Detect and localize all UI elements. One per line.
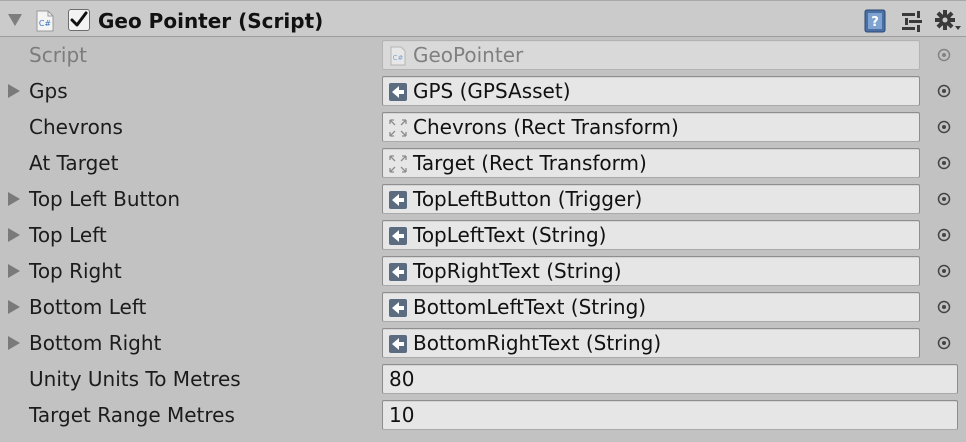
property-label: Bottom Right xyxy=(29,331,162,355)
preset-sliders-icon[interactable] xyxy=(900,10,924,32)
top-right-object-field[interactable]: TopRightText (String) xyxy=(382,256,920,286)
scriptable-object-icon xyxy=(389,335,407,353)
property-row-at-target: At Target Target (Rect Transform) xyxy=(0,145,966,181)
help-book-icon[interactable]: ? xyxy=(863,9,887,33)
object-picker-icon[interactable] xyxy=(937,156,951,170)
property-label: Top Left Button xyxy=(29,187,181,211)
svg-text:C#: C# xyxy=(393,54,404,62)
scriptable-object-icon xyxy=(389,191,407,209)
property-label: At Target xyxy=(29,151,119,175)
object-picker-icon[interactable] xyxy=(937,84,951,98)
property-row-bottom-left: Bottom Left BottomLeftText (String) xyxy=(0,289,966,325)
foldout-arrow[interactable] xyxy=(8,84,20,98)
foldout-arrow[interactable] xyxy=(8,264,20,278)
rect-transform-icon xyxy=(389,119,407,137)
object-picker-icon[interactable] xyxy=(937,336,951,350)
top-left-object-field[interactable]: TopLeftText (String) xyxy=(382,220,920,250)
checkmark-icon xyxy=(70,11,88,27)
scriptable-object-icon xyxy=(389,83,407,101)
field-value: GeoPointer xyxy=(413,43,524,67)
object-picker-icon[interactable] xyxy=(937,192,951,206)
object-picker-icon xyxy=(937,48,951,62)
svg-text:?: ? xyxy=(871,15,879,30)
property-label: Top Right xyxy=(29,259,122,283)
property-label: Bottom Left xyxy=(29,295,147,319)
property-label: Script xyxy=(29,43,88,67)
property-label: Chevrons xyxy=(29,115,123,139)
property-row-chevrons: Chevrons Chevrons (Rect Transform) xyxy=(0,109,966,145)
gps-object-field[interactable]: GPS (GPSAsset) xyxy=(382,76,920,106)
unity-units-to-metres-input[interactable]: 80 xyxy=(382,364,958,394)
csharp-script-icon: C# xyxy=(36,10,54,32)
field-value: GPS (GPSAsset) xyxy=(413,79,571,103)
foldout-arrow[interactable] xyxy=(8,336,20,350)
at-target-object-field[interactable]: Target (Rect Transform) xyxy=(382,148,920,178)
rect-transform-icon xyxy=(389,155,407,173)
component-header[interactable]: C# Geo Pointer (Script) ? xyxy=(0,1,966,37)
field-value: BottomRightText (String) xyxy=(413,331,662,355)
svg-text:C#: C# xyxy=(39,19,52,28)
property-row-target-range-metres: Target Range Metres 10 xyxy=(0,397,966,433)
field-value: TopRightText (String) xyxy=(413,259,622,283)
property-row-gps: Gps GPS (GPSAsset) xyxy=(0,73,966,109)
field-value: TopLeftText (String) xyxy=(413,223,607,247)
property-row-top-right: Top Right TopRightText (String) xyxy=(0,253,966,289)
foldout-arrow[interactable] xyxy=(8,300,20,314)
object-picker-icon[interactable] xyxy=(937,228,951,242)
property-row-script: Script C# GeoPointer xyxy=(0,37,966,73)
field-value: 10 xyxy=(389,403,415,427)
csharp-script-icon: C# xyxy=(390,46,406,66)
scriptable-object-icon xyxy=(389,299,407,317)
field-value: BottomLeftText (String) xyxy=(413,295,647,319)
script-object-field: C# GeoPointer xyxy=(382,40,920,70)
property-row-top-left: Top Left TopLeftText (String) xyxy=(0,217,966,253)
field-value: Target (Rect Transform) xyxy=(413,151,647,175)
component-inspector: C# Geo Pointer (Script) ? Script C# GeoP… xyxy=(0,0,966,442)
gear-icon[interactable] xyxy=(934,9,962,33)
field-value: 80 xyxy=(389,367,415,391)
property-label: Gps xyxy=(29,79,68,103)
bottom-left-object-field[interactable]: BottomLeftText (String) xyxy=(382,292,920,322)
chevrons-object-field[interactable]: Chevrons (Rect Transform) xyxy=(382,112,920,142)
foldout-arrow[interactable] xyxy=(8,228,20,242)
field-value: TopLeftButton (Trigger) xyxy=(413,187,643,211)
property-row-top-left-button: Top Left Button TopLeftButton (Trigger) xyxy=(0,181,966,217)
object-picker-icon[interactable] xyxy=(937,120,951,134)
object-picker-icon[interactable] xyxy=(937,264,951,278)
target-range-metres-input[interactable]: 10 xyxy=(382,400,958,430)
bottom-right-object-field[interactable]: BottomRightText (String) xyxy=(382,328,920,358)
object-picker-icon[interactable] xyxy=(937,300,951,314)
scriptable-object-icon xyxy=(389,227,407,245)
property-row-unity-units-to-metres: Unity Units To Metres 80 xyxy=(0,361,966,397)
property-label: Unity Units To Metres xyxy=(29,367,241,391)
component-title: Geo Pointer (Script) xyxy=(98,9,324,33)
component-foldout-arrow[interactable] xyxy=(8,14,22,26)
property-row-bottom-right: Bottom Right BottomRightText (String) xyxy=(0,325,966,361)
top-left-button-object-field[interactable]: TopLeftButton (Trigger) xyxy=(382,184,920,214)
foldout-arrow[interactable] xyxy=(8,192,20,206)
field-value: Chevrons (Rect Transform) xyxy=(413,115,679,139)
component-enabled-checkbox[interactable] xyxy=(68,9,90,31)
scriptable-object-icon xyxy=(389,263,407,281)
property-label: Target Range Metres xyxy=(29,403,235,427)
property-label: Top Left xyxy=(29,223,107,247)
